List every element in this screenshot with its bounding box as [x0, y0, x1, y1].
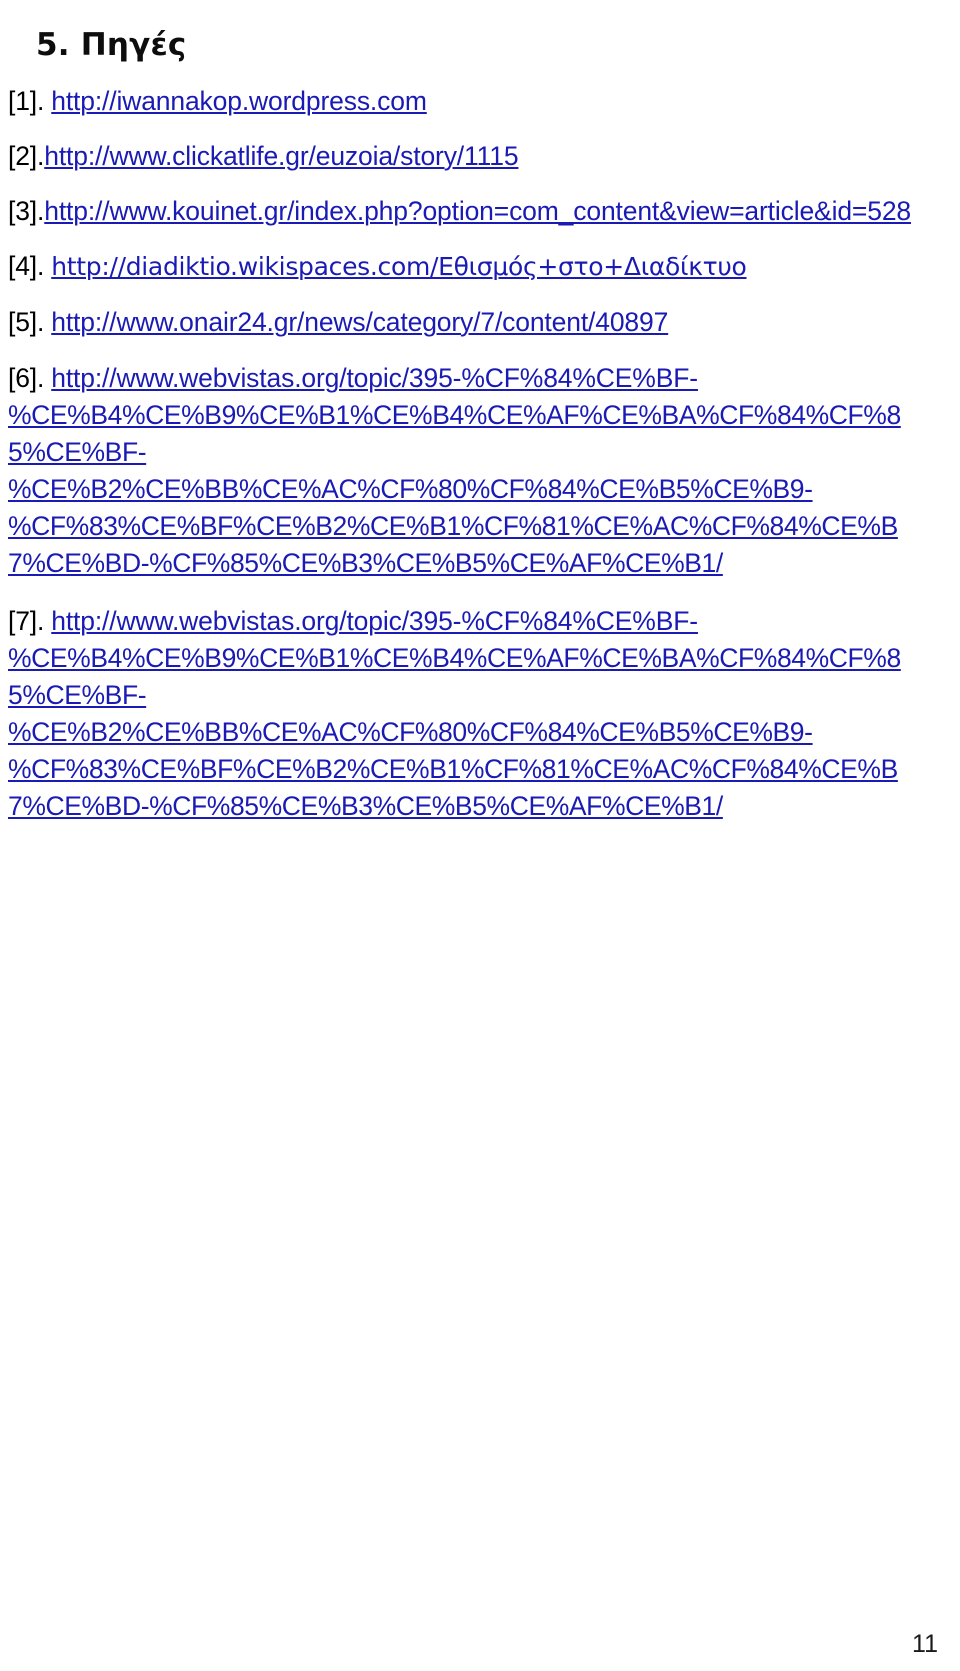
reference-link[interactable]: http://www.kouinet.gr/index.php?option=c…: [44, 196, 911, 226]
reference-link[interactable]: %CF%83%CE%BF%CE%B2%CE%B1%CF%81%CE%AC%CF%…: [8, 511, 898, 541]
reference-wrapped-line: 7%CE%BD-%CF%85%CE%B3%CE%B5%CE%AF%CE%B1/: [8, 545, 956, 582]
reference-marker: [6].: [8, 363, 45, 393]
reference-entry: [5]. http://www.onair24.gr/news/category/…: [8, 305, 956, 339]
reference-link[interactable]: %CE%B2%CE%BB%CE%AC%CF%80%CF%84%CE%B5%CE%…: [8, 474, 813, 504]
reference-entry: [1]. http://iwannakop.wordpress.com: [8, 84, 956, 118]
reference-marker: [5].: [8, 307, 45, 337]
reference-entry: [3].http://www.kouinet.gr/index.php?opti…: [8, 194, 956, 228]
reference-wrapped-line: 5%CE%BF-: [8, 677, 956, 714]
reference-link[interactable]: %CF%83%CE%BF%CE%B2%CE%B1%CF%81%CE%AC%CF%…: [8, 754, 898, 784]
reference-link[interactable]: 7%CE%BD-%CF%85%CE%B3%CE%B5%CE%AF%CE%B1/: [8, 548, 723, 578]
reference-entry: [6]. http://www.webvistas.org/topic/395-%…: [8, 360, 956, 582]
reference-link[interactable]: %CE%B2%CE%BB%CE%AC%CF%80%CF%84%CE%B5%CE%…: [8, 717, 813, 747]
reference-marker: [4].: [8, 251, 45, 281]
reference-marker: [7].: [8, 606, 45, 636]
reference-link[interactable]: http://iwannakop.wordpress.com: [51, 86, 427, 116]
document-page: 5. Πηγές [1]. http://iwannakop.wordpress.…: [0, 0, 960, 1671]
reference-first-line: [4]. http://diadiktio.wikispaces.com/Εθισ…: [8, 249, 956, 284]
reference-first-line: [1]. http://iwannakop.wordpress.com: [8, 84, 956, 118]
reference-link[interactable]: http://diadiktio.wikispaces.com/Εθισμός+…: [51, 252, 747, 281]
reference-entry: [2].http://www.clickatlife.gr/euzoia/sto…: [8, 139, 956, 173]
reference-wrapped-line: 5%CE%BF-: [8, 434, 956, 471]
reference-link[interactable]: 5%CE%BF-: [8, 680, 147, 710]
reference-marker: [3].: [8, 196, 45, 226]
reference-entry: [4]. http://diadiktio.wikispaces.com/Εθισ…: [8, 249, 956, 284]
page-number: 11: [912, 1630, 938, 1658]
reference-first-line: [2].http://www.clickatlife.gr/euzoia/sto…: [8, 139, 956, 173]
reference-marker: [1].: [8, 86, 45, 116]
reference-entry: [7]. http://www.webvistas.org/topic/395-%…: [8, 603, 956, 825]
references-list: [1]. http://iwannakop.wordpress.com [2].ht…: [8, 84, 956, 846]
reference-link[interactable]: %CE%B4%CE%B9%CE%B1%CE%B4%CE%AF%CE%BA%CF%…: [8, 643, 901, 673]
reference-wrapped-line: %CE%B2%CE%BB%CE%AC%CF%80%CF%84%CE%B5%CE%…: [8, 471, 956, 508]
reference-link[interactable]: http://www.clickatlife.gr/euzoia/story/1…: [44, 141, 518, 171]
reference-marker: [2].: [8, 141, 45, 171]
reference-link[interactable]: http://www.webvistas.org/topic/395-%CF%8…: [51, 363, 698, 393]
reference-wrapped-line: %CE%B4%CE%B9%CE%B1%CE%B4%CE%AF%CE%BA%CF%…: [8, 397, 956, 434]
reference-link[interactable]: %CE%B4%CE%B9%CE%B1%CE%B4%CE%AF%CE%BA%CF%…: [8, 400, 901, 430]
reference-wrapped-line: %CE%B4%CE%B9%CE%B1%CE%B4%CE%AF%CE%BA%CF%…: [8, 640, 956, 677]
reference-first-line: [6]. http://www.webvistas.org/topic/395-%…: [8, 360, 956, 397]
reference-first-line: [5]. http://www.onair24.gr/news/category/…: [8, 305, 956, 339]
reference-wrapped-line: %CF%83%CE%BF%CE%B2%CE%B1%CF%81%CE%AC%CF%…: [8, 508, 956, 545]
reference-link[interactable]: 5%CE%BF-: [8, 437, 147, 467]
reference-first-line: [3].http://www.kouinet.gr/index.php?opti…: [8, 194, 956, 228]
reference-first-line: [7]. http://www.webvistas.org/topic/395-%…: [8, 603, 956, 640]
reference-link[interactable]: http://www.onair24.gr/news/category/7/co…: [51, 307, 668, 337]
reference-wrapped-line: 7%CE%BD-%CF%85%CE%B3%CE%B5%CE%AF%CE%B1/: [8, 788, 956, 825]
reference-wrapped-line: %CF%83%CE%BF%CE%B2%CE%B1%CF%81%CE%AC%CF%…: [8, 751, 956, 788]
page-title: 5. Πηγές: [36, 26, 187, 63]
reference-link[interactable]: http://www.webvistas.org/topic/395-%CF%8…: [51, 606, 698, 636]
reference-link[interactable]: 7%CE%BD-%CF%85%CE%B3%CE%B5%CE%AF%CE%B1/: [8, 791, 723, 821]
reference-wrapped-line: %CE%B2%CE%BB%CE%AC%CF%80%CF%84%CE%B5%CE%…: [8, 714, 956, 751]
